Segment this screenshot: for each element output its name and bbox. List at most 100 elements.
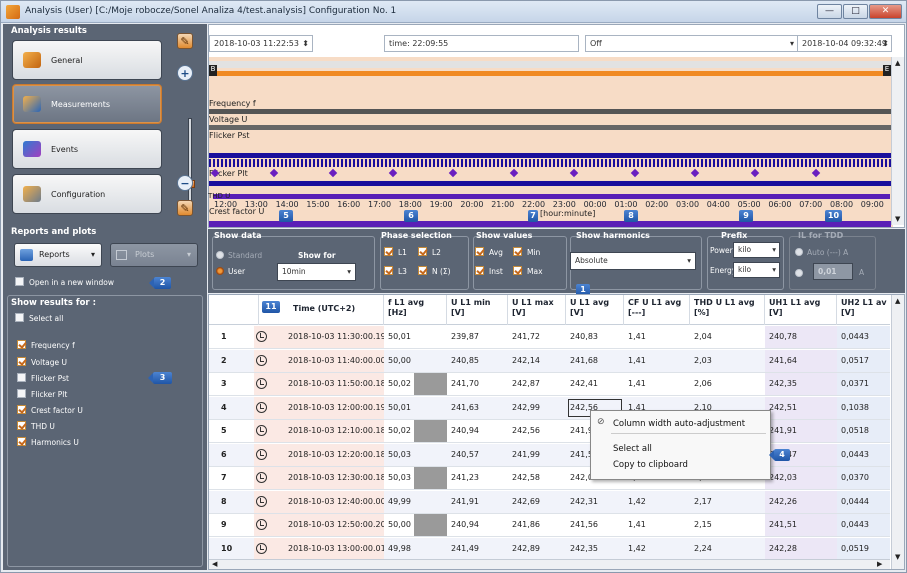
column-header[interactable]: UH2 L1 av [V] <box>837 295 897 325</box>
min-checkbox[interactable]: Min <box>513 247 540 257</box>
start-time-field[interactable]: 2018-10-03 11:22:53 ⬍ <box>209 35 313 52</box>
inst-checkbox[interactable]: Inst <box>475 266 503 276</box>
tdd-value: 0,01 <box>818 267 837 276</box>
close-button[interactable]: ✕ <box>869 4 902 19</box>
n-checkbox[interactable]: N (Σ) <box>418 266 451 276</box>
table-row[interactable]: 1 2018-10-03 11:30:00.195 50,01 239,87 241,7… <box>209 326 890 349</box>
column-header[interactable]: UH1 L1 avg [V] <box>765 295 837 325</box>
scroll-left-icon[interactable]: ◀ <box>212 560 217 568</box>
table-cell: 241,56 <box>570 520 598 529</box>
param-frequency-checkbox[interactable]: Frequency f <box>17 340 75 352</box>
menu-item-column-autowidth[interactable]: Column width auto-adjustment <box>613 419 745 429</box>
column-header-unit: [Hz] <box>388 308 407 317</box>
column-header[interactable]: CF U L1 avg [---] <box>624 295 690 325</box>
avg-checkbox[interactable]: Avg <box>475 247 503 257</box>
hour-tick-label: 12:00 <box>214 200 238 209</box>
column-header[interactable]: THD U L1 avg [%] <box>690 295 765 325</box>
table-row[interactable]: 4 2018-10-03 12:00:00.194 50,01 241,63 242,9… <box>209 396 890 420</box>
column-header[interactable]: U L1 avg [V] <box>566 295 624 325</box>
zoom-in-icon[interactable]: + <box>177 65 193 81</box>
column-header[interactable]: f L1 avg [Hz] <box>384 295 447 325</box>
spinner-icon[interactable]: ⬍ <box>882 36 889 51</box>
manual-radio[interactable] <box>795 269 807 278</box>
table-cell: 1,41 <box>628 379 646 388</box>
table-row[interactable]: 9 2018-10-03 12:50:00.200 50,00 240,94 241,8… <box>209 514 890 537</box>
user-radio[interactable]: User <box>216 267 245 276</box>
scroll-up-icon[interactable]: ▲ <box>895 297 900 305</box>
clock-icon <box>256 401 267 413</box>
table-row[interactable]: 7 2018-10-03 12:30:00.182 50,03 241,23 242,5… <box>209 467 890 490</box>
plots-button[interactable]: Plots ▾ <box>110 243 198 267</box>
param-crest-factor-checkbox[interactable]: Crest factor U <box>17 405 83 417</box>
chevron-down-icon: ▾ <box>187 250 192 259</box>
maximize-button[interactable]: □ <box>843 4 868 19</box>
checkbox-icon <box>15 277 24 286</box>
mode-select[interactable]: Off ▾ <box>585 35 800 52</box>
timeline-scrollbar[interactable]: ▲ ▼ <box>891 57 904 225</box>
tdd-unit: A <box>859 268 865 277</box>
param-thd-checkbox[interactable]: THD U <box>17 421 55 433</box>
minimize-button[interactable]: — <box>817 4 842 19</box>
scroll-up-icon[interactable]: ▲ <box>895 59 900 67</box>
hour-tick-label: 15:00 <box>306 200 330 209</box>
energy-prefix-select[interactable]: kilo ▾ <box>733 262 780 278</box>
edit-range-icon[interactable]: ✎ <box>177 200 193 216</box>
nav-measurements-button[interactable]: Measurements <box>12 84 162 124</box>
badge-6: 6 <box>404 210 418 222</box>
range-selection-bar[interactable] <box>209 71 891 76</box>
param-harmonics-checkbox[interactable]: Harmonics U <box>17 437 79 449</box>
show-for-select[interactable]: 10min ▾ <box>277 263 356 281</box>
menu-item-select-all[interactable]: Select all <box>613 444 652 454</box>
scroll-down-icon[interactable]: ▼ <box>895 553 900 561</box>
table-row[interactable]: 3 2018-10-03 11:50:00.189 50,02 241,70 242,8… <box>209 373 890 396</box>
power-label: Power <box>710 246 733 255</box>
zoom-slider[interactable] <box>188 118 192 213</box>
left-panel: Analysis results General Measurements Ev… <box>3 24 207 570</box>
l1-checkbox[interactable]: L1 <box>384 247 407 257</box>
select-all-checkbox[interactable]: Select all <box>15 313 63 325</box>
nav-events-button[interactable]: Events <box>12 129 162 169</box>
param-voltage-checkbox[interactable]: Voltage U <box>17 357 67 369</box>
table-cell: 2018-10-03 11:40:00.008 <box>288 355 384 365</box>
table-row[interactable]: 5 2018-10-03 12:10:00.187 50,02 240,94 242,5… <box>209 420 890 443</box>
l3-checkbox[interactable]: L3 <box>384 266 407 276</box>
table-cell: 2,03 <box>694 355 712 365</box>
column-header[interactable]: U L1 min [V] <box>447 295 508 325</box>
nav-configuration-button[interactable]: Configuration <box>12 174 162 214</box>
range-end-marker[interactable]: E <box>883 65 891 76</box>
avg-label: Avg <box>489 248 503 257</box>
spinner-icon[interactable]: ⬍ <box>302 36 309 51</box>
edit-icon[interactable]: ✎ <box>177 33 193 49</box>
column-header[interactable]: U L1 max [V] <box>508 295 566 325</box>
table-cell: 50,02 <box>384 373 447 395</box>
tdd-value-field[interactable]: 0,01 <box>813 263 853 280</box>
table-row[interactable]: 2 2018-10-03 11:40:00.008 50,00 240,85 242,1… <box>209 349 890 373</box>
power-prefix-select[interactable]: kilo ▾ <box>733 242 780 258</box>
reports-button[interactable]: Reports ▾ <box>14 243 102 267</box>
standard-radio[interactable]: Standard <box>216 251 262 260</box>
table-cell: 242,41 <box>570 379 598 388</box>
zoom-out-icon[interactable]: − <box>177 175 193 191</box>
track-label-voltage: Voltage U <box>209 115 248 124</box>
scroll-right-icon[interactable]: ▶ <box>877 560 882 568</box>
param-flicker-pst-checkbox[interactable]: Flicker Pst <box>17 373 69 385</box>
table-row[interactable]: 10 2018-10-03 13:00:00.010 49,98 241,49 242,… <box>209 537 890 561</box>
table-horizontal-scrollbar[interactable]: ◀ ▶ <box>209 559 890 569</box>
chevron-down-icon: ▾ <box>772 245 776 254</box>
table-vertical-scrollbar[interactable]: ▲ ▼ <box>891 295 904 569</box>
auto-radio[interactable]: Auto (---) A <box>795 248 848 257</box>
open-new-window-checkbox[interactable]: Open in a new window <box>15 277 114 289</box>
table-cell: 242,69 <box>512 496 540 506</box>
end-time-field[interactable]: 2018-10-04 09:32:49 ⬍ <box>797 35 892 52</box>
checkbox-icon <box>17 373 26 382</box>
nav-general-button[interactable]: General <box>12 40 162 80</box>
l2-checkbox[interactable]: L2 <box>418 247 441 257</box>
harmonics-select[interactable]: Absolute ▾ <box>570 252 696 270</box>
range-start-marker[interactable]: B <box>209 65 217 76</box>
max-checkbox[interactable]: Max <box>513 266 543 276</box>
param-flicker-plt-checkbox[interactable]: Flicker Plt <box>17 389 67 401</box>
table-row[interactable]: 8 2018-10-03 12:40:00.006 49,99 241,91 242,6… <box>209 490 890 514</box>
menu-item-copy-clipboard[interactable]: Copy to clipboard <box>613 460 688 470</box>
checkbox-icon <box>384 266 393 275</box>
scroll-down-icon[interactable]: ▼ <box>895 215 900 223</box>
